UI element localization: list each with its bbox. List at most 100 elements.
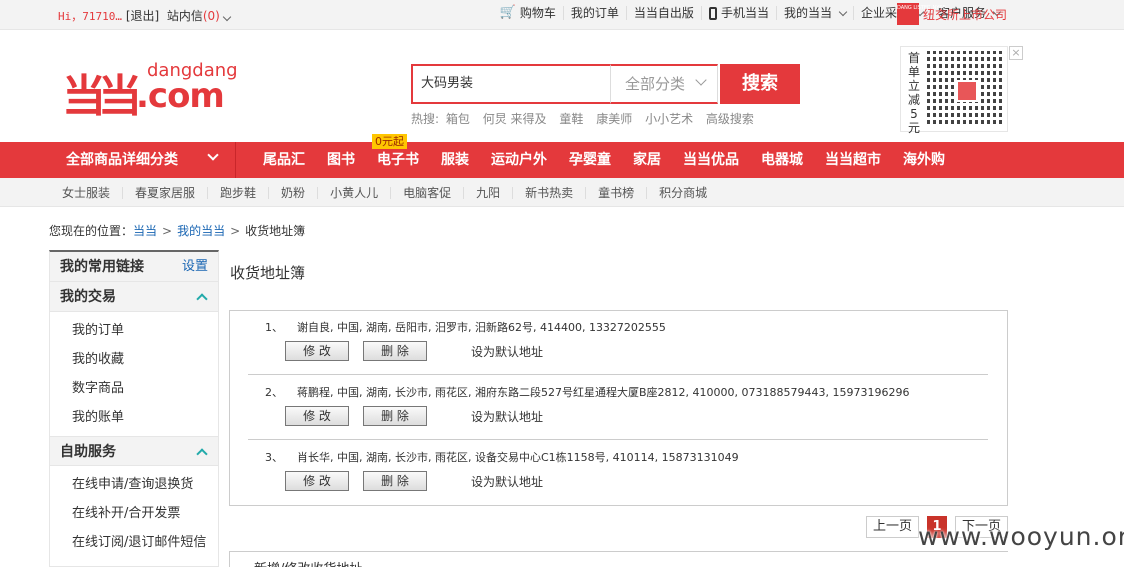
nav-item[interactable]: 孕婴童 bbox=[558, 142, 622, 178]
sidebar-trade-title: 我的交易 bbox=[60, 289, 116, 305]
message-count: (0) bbox=[202, 9, 220, 23]
sidebar-service-header[interactable]: 自助服务 bbox=[50, 436, 218, 466]
sidebar-service-title: 自助服务 bbox=[60, 444, 116, 460]
advanced-search-link[interactable]: 高级搜索 bbox=[706, 112, 754, 126]
main-nav: 全部商品详细分类 尾品汇 图书 电子书 服装 运动户外 孕婴童 家居 当当优品 … bbox=[0, 142, 1124, 178]
hot-word[interactable]: 童鞋 bbox=[559, 112, 583, 126]
sidebar-item[interactable]: 我的账单 bbox=[72, 403, 218, 432]
sidebar-item[interactable]: 在线订阅/退订邮件短信 bbox=[72, 528, 218, 557]
sidebar-trade-header[interactable]: 我的交易 bbox=[50, 282, 218, 312]
sub-nav: 女士服装 春夏家居服 跑步鞋 奶粉 小黄人儿 电脑客促 九阳 新书热卖 童书榜 … bbox=[0, 178, 1124, 207]
sub-nav-item[interactable]: 电脑客促 bbox=[391, 186, 465, 199]
breadcrumb-item[interactable]: 我的当当 bbox=[177, 224, 225, 238]
sidebar-item[interactable]: 我的订单 bbox=[72, 316, 218, 345]
hot-word[interactable]: 何炅 来得及 bbox=[483, 112, 547, 126]
all-categories-label: 全部商品详细分类 bbox=[66, 152, 178, 168]
messages-link[interactable]: 站内信 bbox=[167, 9, 203, 23]
dangdang-logo[interactable]: 当当 dangdang .com bbox=[62, 58, 242, 122]
nav-item[interactable]: 当当超市 bbox=[814, 142, 892, 178]
watermark: www.wooyun.org bbox=[918, 522, 1124, 551]
user-greeting: Hi，71710… bbox=[58, 10, 122, 23]
my-dangdang-link[interactable]: 我的当当 bbox=[775, 6, 853, 20]
nav-item[interactable]: 服装 bbox=[430, 142, 480, 178]
nav-item[interactable]: 电器城 bbox=[750, 142, 814, 178]
set-default-link[interactable]: 设为默认地址 bbox=[471, 408, 543, 425]
cart-label: 购物车 bbox=[519, 6, 556, 20]
search-button[interactable]: 搜索 bbox=[720, 64, 800, 104]
search-bar: 大码男装 全部分类 搜索 bbox=[411, 64, 801, 104]
mobile-link[interactable]: 手机当当 bbox=[700, 6, 776, 20]
sidebar-item[interactable]: 数字商品 bbox=[72, 374, 218, 403]
qr-promo-text: 首单立减5元 bbox=[907, 51, 920, 135]
prev-page-button[interactable]: 上一页 bbox=[866, 516, 920, 538]
logo-com: .com bbox=[136, 76, 225, 116]
logout-link[interactable]: [退出] bbox=[126, 9, 159, 23]
nav-item[interactable]: 家居 bbox=[622, 142, 672, 178]
hot-word[interactable]: 康美师 bbox=[596, 112, 632, 126]
main-content: 收货地址簿 bbox=[230, 262, 305, 283]
nav-item[interactable]: 运动户外 bbox=[480, 142, 558, 178]
nav-items: 尾品汇 图书 电子书 服装 运动户外 孕婴童 家居 当当优品 电器城 当当超市 … bbox=[252, 142, 956, 178]
hot-word[interactable]: 小小艺术 bbox=[645, 112, 693, 126]
sidebar-item[interactable]: 在线补开/合开发票 bbox=[72, 499, 218, 528]
modify-button[interactable]: 修 改 bbox=[285, 406, 349, 426]
set-default-link[interactable]: 设为默认地址 bbox=[471, 343, 543, 360]
nav-item[interactable]: 海外购 bbox=[892, 142, 956, 178]
sub-nav-item[interactable]: 积分商城 bbox=[647, 187, 719, 199]
address-text: 蒋鹏程, 中国, 湖南, 长沙市, 雨花区, 湘府东路二段527号红星通程大厦B… bbox=[297, 386, 910, 399]
set-default-link[interactable]: 设为默认地址 bbox=[471, 473, 543, 490]
sub-nav-item[interactable]: 春夏家居服 bbox=[123, 186, 209, 199]
address-number: 1、 bbox=[265, 321, 283, 334]
cart-icon: 🛒 bbox=[499, 5, 516, 20]
nav-item[interactable]: 图书 bbox=[316, 142, 366, 178]
sub-nav-item[interactable]: 九阳 bbox=[464, 186, 514, 199]
sub-nav-item[interactable]: 小黄人儿 bbox=[318, 186, 392, 199]
chevron-down-icon bbox=[838, 7, 848, 16]
page-title: 收货地址簿 bbox=[230, 264, 306, 282]
sidebar-service-list: 在线申请/查询退换货 在线补开/合开发票 在线订阅/退订邮件短信 bbox=[50, 466, 218, 561]
breadcrumb-item[interactable]: 当当 bbox=[133, 224, 157, 238]
sidebar: 我的常用链接 设置 我的交易 我的订单 我的收藏 数字商品 我的账单 自助服务 在… bbox=[49, 250, 219, 567]
chevron-down-icon bbox=[695, 74, 707, 86]
logo-cn: 当当 bbox=[62, 71, 142, 122]
chevron-up-icon bbox=[196, 293, 208, 305]
address-item: 2、 蒋鹏程, 中国, 湖南, 长沙市, 雨花区, 湘府东路二段527号红星通程大… bbox=[248, 376, 988, 440]
sub-nav-item[interactable]: 跑步鞋 bbox=[208, 186, 270, 199]
top-bar: Hi，71710… [退出] 站内信(0) 🛒 购物车 我的订单 当当自出版 手机… bbox=[0, 0, 1124, 30]
qr-code-icon bbox=[927, 51, 1003, 127]
modify-button[interactable]: 修 改 bbox=[285, 341, 349, 361]
sidebar-item[interactable]: 在线申请/查询退换货 bbox=[72, 470, 218, 499]
delete-button[interactable]: 删 除 bbox=[363, 406, 427, 426]
search-category-select[interactable]: 全部分类 bbox=[610, 64, 718, 104]
all-categories-button[interactable]: 全部商品详细分类 bbox=[49, 142, 236, 178]
sub-nav-item[interactable]: 奶粉 bbox=[269, 186, 319, 199]
delete-button[interactable]: 删 除 bbox=[363, 341, 427, 361]
qr-promo[interactable]: 首单立减5元 × bbox=[900, 46, 1023, 135]
close-icon[interactable]: × bbox=[1009, 46, 1023, 60]
modify-button[interactable]: 修 改 bbox=[285, 471, 349, 491]
nav-item[interactable]: 尾品汇 bbox=[252, 142, 316, 178]
sidebar-links-title: 我的常用链接 bbox=[60, 259, 144, 275]
new-address-section: 新增/修改收货地址 bbox=[229, 551, 1008, 567]
nyse-text: 纽交所上市公司 bbox=[923, 7, 1008, 22]
new-address-title: 新增/修改收货地址 bbox=[254, 558, 362, 567]
self-publish-link[interactable]: 当当自出版 bbox=[625, 6, 701, 20]
nav-item[interactable]: 当当优品 bbox=[672, 142, 750, 178]
sidebar-item[interactable]: 我的收藏 bbox=[72, 345, 218, 374]
sub-nav-item[interactable]: 女士服装 bbox=[50, 186, 124, 199]
delete-button[interactable]: 删 除 bbox=[363, 471, 427, 491]
hot-word[interactable]: 箱包 bbox=[446, 112, 470, 126]
mobile-label: 手机当当 bbox=[720, 6, 769, 20]
my-orders-label: 我的订单 bbox=[570, 6, 619, 20]
my-orders-link[interactable]: 我的订单 bbox=[562, 6, 626, 20]
cart-link[interactable]: 🛒 购物车 bbox=[493, 5, 563, 21]
chevron-down-icon bbox=[207, 149, 219, 161]
nyse-link[interactable]: DANG LISTED NYSE 纽交所上市公司 bbox=[897, 3, 1007, 25]
sub-nav-item[interactable]: 新书热卖 bbox=[513, 186, 587, 199]
address-item: 3、 肖长华, 中国, 湖南, 长沙市, 雨花区, 设备交易中心C1栋1158号,… bbox=[248, 441, 988, 505]
hot-search-label: 热搜: bbox=[411, 112, 440, 126]
sub-nav-item[interactable]: 童书榜 bbox=[586, 186, 648, 199]
search-input[interactable]: 大码男装 bbox=[411, 64, 611, 104]
address-number: 3、 bbox=[265, 451, 283, 464]
sidebar-settings-link[interactable]: 设置 bbox=[182, 252, 208, 282]
